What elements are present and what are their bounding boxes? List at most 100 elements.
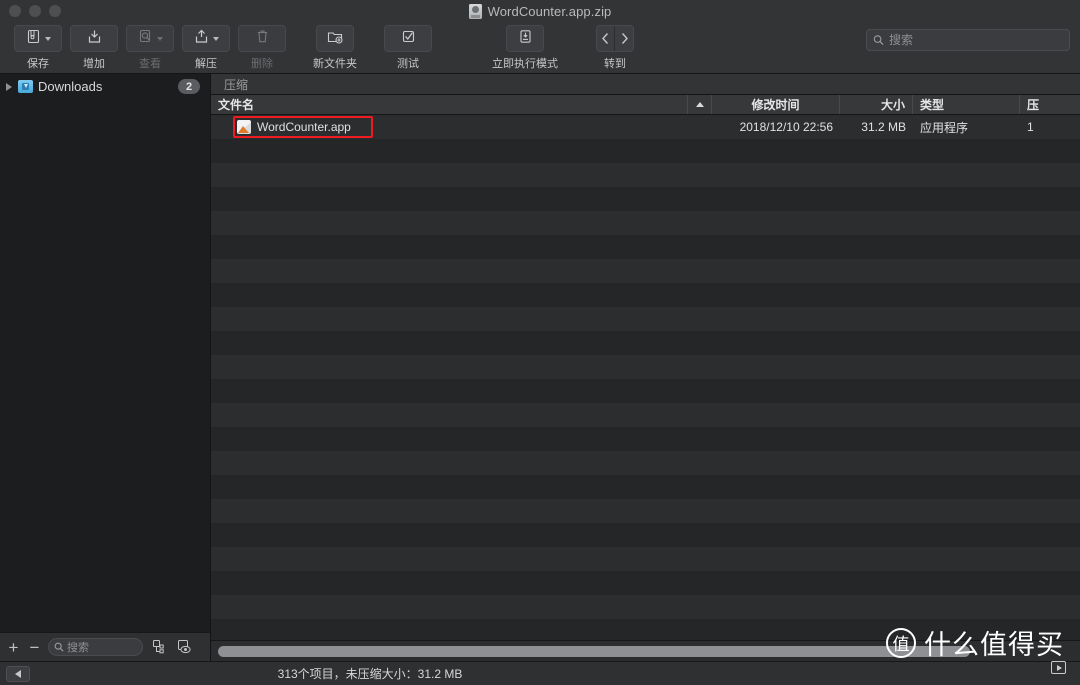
sidebar-search-placeholder: 搜索 (67, 642, 89, 654)
column-header-compressed[interactable]: 压 (1020, 95, 1080, 114)
cell-name: WordCounter.app (211, 120, 688, 134)
cell-compressed: 1 (1027, 120, 1034, 134)
table-row-empty (211, 499, 1080, 523)
collapse-sidebar-button[interactable] (6, 665, 30, 682)
sidebar-item-downloads[interactable]: Downloads 2 (0, 76, 210, 97)
column-header-type[interactable]: 类型 (913, 95, 1020, 114)
minimize-button[interactable] (29, 5, 41, 17)
downloads-folder-icon (18, 80, 33, 93)
file-list[interactable]: WordCounter.app 2018/12/10 22:56 31.2 MB… (211, 115, 1080, 640)
sidebar-item-badge: 2 (178, 79, 200, 94)
test-checkmark-icon (400, 28, 417, 50)
preview-search-icon (137, 28, 154, 50)
toolbar-button-test[interactable]: 测试 (380, 25, 436, 71)
table-row-empty (211, 475, 1080, 499)
toolbar-label-test: 测试 (397, 58, 419, 70)
toolbar-label-navigate: 转到 (604, 58, 626, 70)
nav-back-button[interactable] (597, 26, 616, 51)
window-title-group: WordCounter.app.zip (0, 0, 1080, 22)
sidebar-list: Downloads 2 (0, 74, 210, 632)
sidebar-item-label: Downloads (38, 79, 103, 94)
column-headers: 文件名 修改时间 大小 类型 压 (211, 95, 1080, 115)
nav-forward-button[interactable] (615, 26, 633, 51)
column-header-mtime[interactable]: 修改时间 (712, 95, 840, 114)
table-row-empty (211, 163, 1080, 187)
archive-app-window: WordCounter.app.zip 保存 增加 查看 解压 删除 新文件夹 … (0, 0, 1080, 685)
status-bar: 313个项目，未压缩大小：31.2 MB (0, 661, 1080, 685)
collapse-sidebar-icon (15, 669, 21, 678)
close-button[interactable] (9, 5, 21, 17)
file-structure-icon[interactable] (149, 639, 169, 655)
table-row-empty (211, 259, 1080, 283)
toolbar-button-add[interactable]: 增加 (66, 25, 122, 71)
table-row-empty (211, 619, 1080, 640)
toolbar-button-save[interactable]: 保存 (10, 25, 66, 71)
cell-type: 应用程序 (920, 120, 969, 135)
breadcrumb-label: 压缩 (224, 77, 249, 92)
scrollbar-track[interactable] (218, 641, 1073, 662)
toolbar-button-instant-run-mode[interactable]: 立即执行模式 (480, 25, 570, 71)
sidebar-search-box[interactable]: 搜索 (48, 638, 143, 656)
disclosure-triangle-icon[interactable] (6, 82, 12, 91)
table-row-empty (211, 595, 1080, 619)
new-folder-icon (326, 28, 344, 50)
status-text: 313个项目，未压缩大小：31.2 MB (277, 667, 463, 681)
toolbar-label-view: 查看 (139, 58, 161, 70)
column-header-name[interactable]: 文件名 (211, 95, 688, 114)
toolbar-label-instant-run-mode: 立即执行模式 (492, 58, 558, 70)
remove-item-button[interactable]: − (27, 639, 42, 656)
column-header-compressed-label: 压 (1027, 98, 1040, 112)
add-item-button[interactable]: + (6, 639, 21, 656)
toolbar-button-view[interactable]: 查看 (122, 25, 178, 71)
sidebar: Downloads 2 + − 搜索 (0, 74, 211, 661)
table-row-empty (211, 451, 1080, 475)
add-to-archive-icon (86, 28, 103, 50)
file-name-label: WordCounter.app (257, 120, 351, 134)
title-bar: WordCounter.app.zip (0, 0, 1080, 22)
breadcrumb[interactable]: 压缩 (211, 74, 1080, 95)
column-header-type-label: 类型 (920, 98, 945, 112)
cell-size: 31.2 MB (861, 120, 906, 134)
search-icon (873, 35, 884, 45)
horizontal-scrollbar-area[interactable] (211, 640, 1080, 661)
column-header-mtime-label: 修改时间 (751, 98, 800, 112)
scrollbar-thumb[interactable] (218, 645, 971, 657)
preview-eye-icon[interactable] (175, 639, 195, 655)
table-row-empty (211, 283, 1080, 307)
chevron-down-icon[interactable] (157, 36, 163, 41)
chevron-down-icon[interactable] (213, 36, 219, 41)
table-row-empty (211, 187, 1080, 211)
table-row-empty (211, 547, 1080, 571)
empty-rows-container (211, 139, 1080, 640)
toolbar-button-delete[interactable]: 删除 (234, 25, 290, 71)
sidebar-footer: + − 搜索 (0, 632, 210, 661)
table-row-empty (211, 427, 1080, 451)
cell-mtime: 2018/12/10 22:56 (739, 120, 833, 134)
column-header-size-label: 大小 (880, 98, 905, 112)
toolbar-label-delete: 删除 (251, 58, 273, 70)
zip-file-icon (468, 3, 482, 19)
window-body: Downloads 2 + − 搜索 压缩 文件名 修改时间 大小 类型 压 W… (0, 74, 1080, 661)
toolbar-label-new-folder: 新文件夹 (313, 58, 357, 70)
maximize-button[interactable] (49, 5, 61, 17)
column-header-name-label: 文件名 (218, 98, 255, 112)
table-row-empty (211, 403, 1080, 427)
toolbar-button-extract[interactable]: 解压 (178, 25, 234, 71)
archive-save-icon (25, 28, 42, 50)
main-panel: 压缩 文件名 修改时间 大小 类型 压 WordCounter.app 2018… (211, 74, 1080, 661)
toolbar-navigate-group: 转到 (570, 25, 660, 71)
sort-ascending-icon (696, 102, 704, 107)
chevron-right-icon (621, 33, 628, 44)
toolbar-label-extract: 解压 (195, 58, 217, 70)
chevron-down-icon[interactable] (45, 36, 51, 41)
table-row[interactable]: WordCounter.app 2018/12/10 22:56 31.2 MB… (211, 115, 1080, 139)
toolbar-button-new-folder[interactable]: 新文件夹 (290, 25, 380, 71)
column-header-size[interactable]: 大小 (840, 95, 913, 114)
chevron-left-icon (602, 33, 609, 44)
table-row-empty (211, 379, 1080, 403)
toolbar-search-box[interactable] (866, 29, 1070, 51)
search-input[interactable] (888, 33, 1063, 47)
sort-indicator-cell[interactable] (688, 95, 712, 114)
status-text-wrap: 313个项目，未压缩大小：31.2 MB (0, 665, 1080, 682)
traffic-lights (0, 5, 61, 17)
